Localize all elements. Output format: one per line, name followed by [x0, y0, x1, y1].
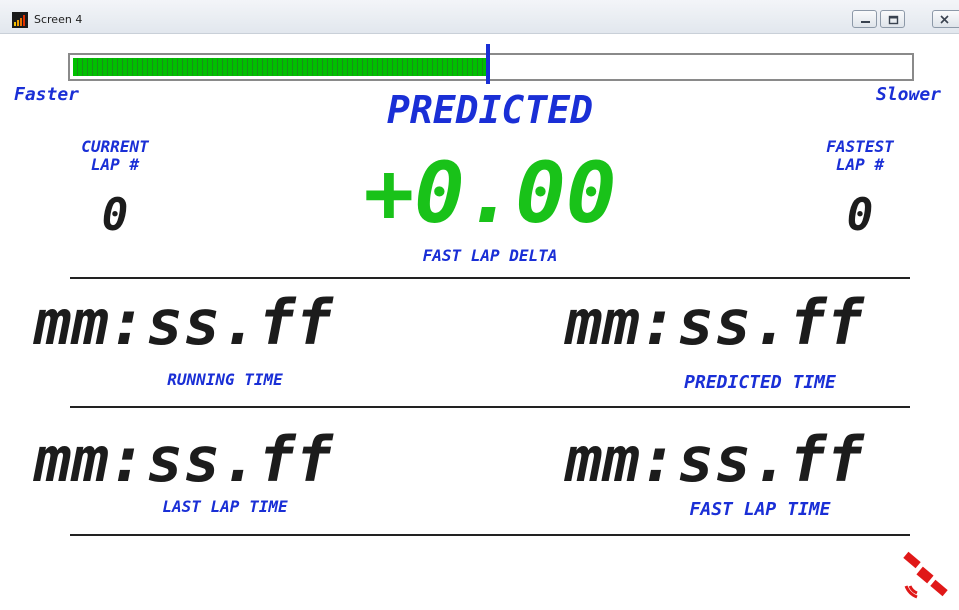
last-lap-time-label: LAST LAP TIME [162, 497, 288, 516]
running-time-value: mm:ss.ff [34, 286, 333, 359]
current-lap-label: CURRENT LAP # [50, 138, 180, 174]
divider-middle [70, 406, 910, 408]
last-lap-time-value: mm:ss.ff [34, 423, 333, 496]
app-bar-chart-icon [12, 12, 28, 28]
current-lap-label-line2: LAP # [90, 155, 140, 174]
predicted-time-label: PREDICTED TIME [684, 372, 836, 393]
fastest-lap-label-line2: LAP # [835, 155, 885, 174]
window-titlebar[interactable]: Screen 4 [0, 0, 959, 34]
delta-bar-marker [486, 44, 490, 84]
delta-progress-bar [68, 53, 914, 81]
fastest-lap-label-line1: FASTEST [826, 137, 894, 156]
slower-label: Slower [876, 84, 942, 105]
delta-bar-fill [73, 58, 488, 76]
divider-bottom [70, 534, 910, 536]
faster-label: Faster [14, 84, 80, 105]
maximize-icon [888, 15, 899, 25]
fast-lap-time-value: mm:ss.ff [565, 423, 864, 496]
fast-lap-delta-value: +0.00 [363, 144, 617, 242]
mode-title: PREDICTED [387, 88, 593, 132]
current-lap-label-line1: CURRENT [81, 137, 149, 156]
close-icon [940, 15, 949, 24]
fastest-lap-value: 0 [846, 190, 874, 241]
fast-lap-delta-label: FAST LAP DELTA [422, 246, 558, 265]
window-title: Screen 4 [34, 13, 83, 26]
divider-top [70, 277, 910, 279]
minimize-button[interactable] [852, 10, 877, 28]
running-time-label: RUNNING TIME [167, 370, 283, 389]
predicted-time-value: mm:ss.ff [565, 286, 864, 359]
fast-lap-time-label: FAST LAP TIME [689, 499, 831, 520]
fastest-lap-label: FASTEST LAP # [795, 138, 925, 174]
current-lap-value: 0 [101, 190, 129, 241]
satellite-icon [903, 551, 948, 599]
maximize-button[interactable] [880, 10, 905, 28]
minimize-icon [861, 21, 870, 23]
close-button[interactable] [932, 10, 959, 28]
